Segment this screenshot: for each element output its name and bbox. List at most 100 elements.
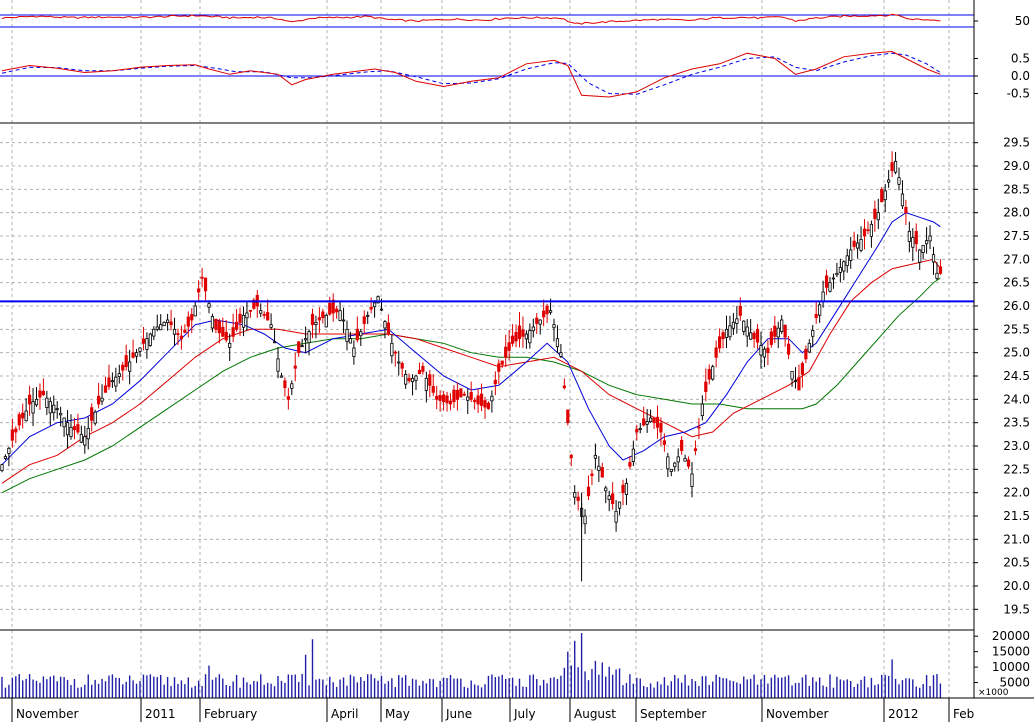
candle-body (210, 316, 215, 329)
price-tick-label: 28.0 (1003, 206, 1030, 220)
candle (148, 332, 152, 347)
candle-body (704, 381, 708, 392)
candle-body (800, 363, 805, 375)
month-label: 2012 (888, 707, 919, 721)
price-tick-label: 25.5 (1003, 322, 1030, 336)
candle-body (493, 379, 497, 385)
candle-body (652, 417, 656, 424)
candle-body (200, 276, 204, 279)
candle-body (386, 322, 391, 335)
candle-body (497, 363, 501, 372)
candle-body (31, 401, 35, 414)
candle-body (400, 362, 404, 369)
candle-body (724, 328, 729, 338)
candle (880, 186, 884, 203)
candle-body (193, 305, 197, 317)
candle-body (114, 376, 118, 387)
candle-body (10, 429, 14, 441)
candle-body (507, 342, 511, 351)
candle-body (600, 467, 604, 478)
candle-body (921, 244, 925, 253)
candle-body (186, 316, 190, 327)
macd-tick-label: 0.5 (1011, 52, 1030, 66)
candle-body (117, 373, 121, 377)
price-tick-label: 29.0 (1003, 159, 1030, 173)
candle-body (521, 329, 525, 337)
candle-body (352, 347, 356, 357)
candle-body (928, 235, 932, 242)
candle-body (197, 288, 201, 293)
candle-body (735, 318, 739, 324)
candle-body (272, 341, 277, 344)
candle-body (535, 317, 539, 324)
candle-body (469, 392, 473, 400)
candle-body (362, 316, 366, 324)
candle-body (590, 473, 594, 476)
candle-body (500, 360, 504, 365)
candle (162, 321, 166, 327)
candle-body (438, 395, 442, 401)
candle-body (831, 277, 836, 280)
price-tick-label: 26.5 (1003, 276, 1030, 290)
candle-body (259, 310, 263, 314)
candle-body (693, 448, 698, 452)
candle-body (728, 325, 732, 338)
candle-body (783, 324, 787, 338)
candle-body (62, 417, 66, 428)
candle-body (638, 428, 642, 431)
candle-body (473, 399, 477, 403)
candle-body (283, 380, 287, 389)
month-label: February (204, 707, 257, 721)
candle-body (65, 422, 70, 436)
candle-body (524, 333, 529, 340)
month-label: July (513, 707, 536, 721)
candle (711, 364, 715, 381)
candle-body (538, 319, 542, 325)
candle-body (445, 395, 449, 404)
candle-body (931, 254, 936, 263)
candle-body (714, 347, 718, 358)
candle-body (52, 404, 56, 414)
candle-body (873, 208, 877, 219)
candle-body (300, 345, 304, 348)
price-tick-label: 28.5 (1003, 182, 1030, 196)
price-tick-label: 22.5 (1003, 462, 1030, 476)
candle-body (617, 501, 622, 509)
candle-body (138, 347, 142, 352)
candle-body (907, 230, 911, 242)
candle-body (897, 177, 901, 185)
candle-body (234, 321, 239, 330)
candle-body (155, 326, 159, 330)
candle-body (476, 395, 480, 405)
candle-body (238, 313, 242, 323)
candle-body (583, 515, 587, 525)
candle-body (207, 303, 211, 308)
candle-body (424, 377, 428, 391)
candle-body (27, 394, 32, 405)
price-tick-label: 22.0 (1003, 486, 1030, 500)
price-tick-label: 27.5 (1003, 229, 1030, 243)
candle-body (45, 397, 49, 408)
candle-body (455, 389, 460, 400)
candle-body (93, 411, 97, 424)
candle-body (134, 352, 139, 357)
candle-body (410, 377, 415, 383)
candle-body (738, 305, 742, 316)
candle-body (755, 328, 760, 343)
candle-body (766, 347, 770, 354)
month-label: November (766, 707, 828, 721)
candle-body (324, 314, 328, 328)
candle-body (34, 398, 39, 406)
candle-body (128, 361, 132, 372)
price-tick-label: 21.5 (1003, 509, 1030, 523)
candle-body (711, 366, 715, 380)
candle-body (635, 428, 639, 433)
candle-body (462, 393, 466, 396)
candle-body (673, 462, 677, 468)
candle-body (621, 484, 625, 494)
month-label: June (445, 707, 472, 721)
candle-body (14, 428, 18, 433)
candle-body (479, 393, 484, 406)
candle-body (338, 310, 342, 321)
month-label: April (331, 707, 358, 721)
